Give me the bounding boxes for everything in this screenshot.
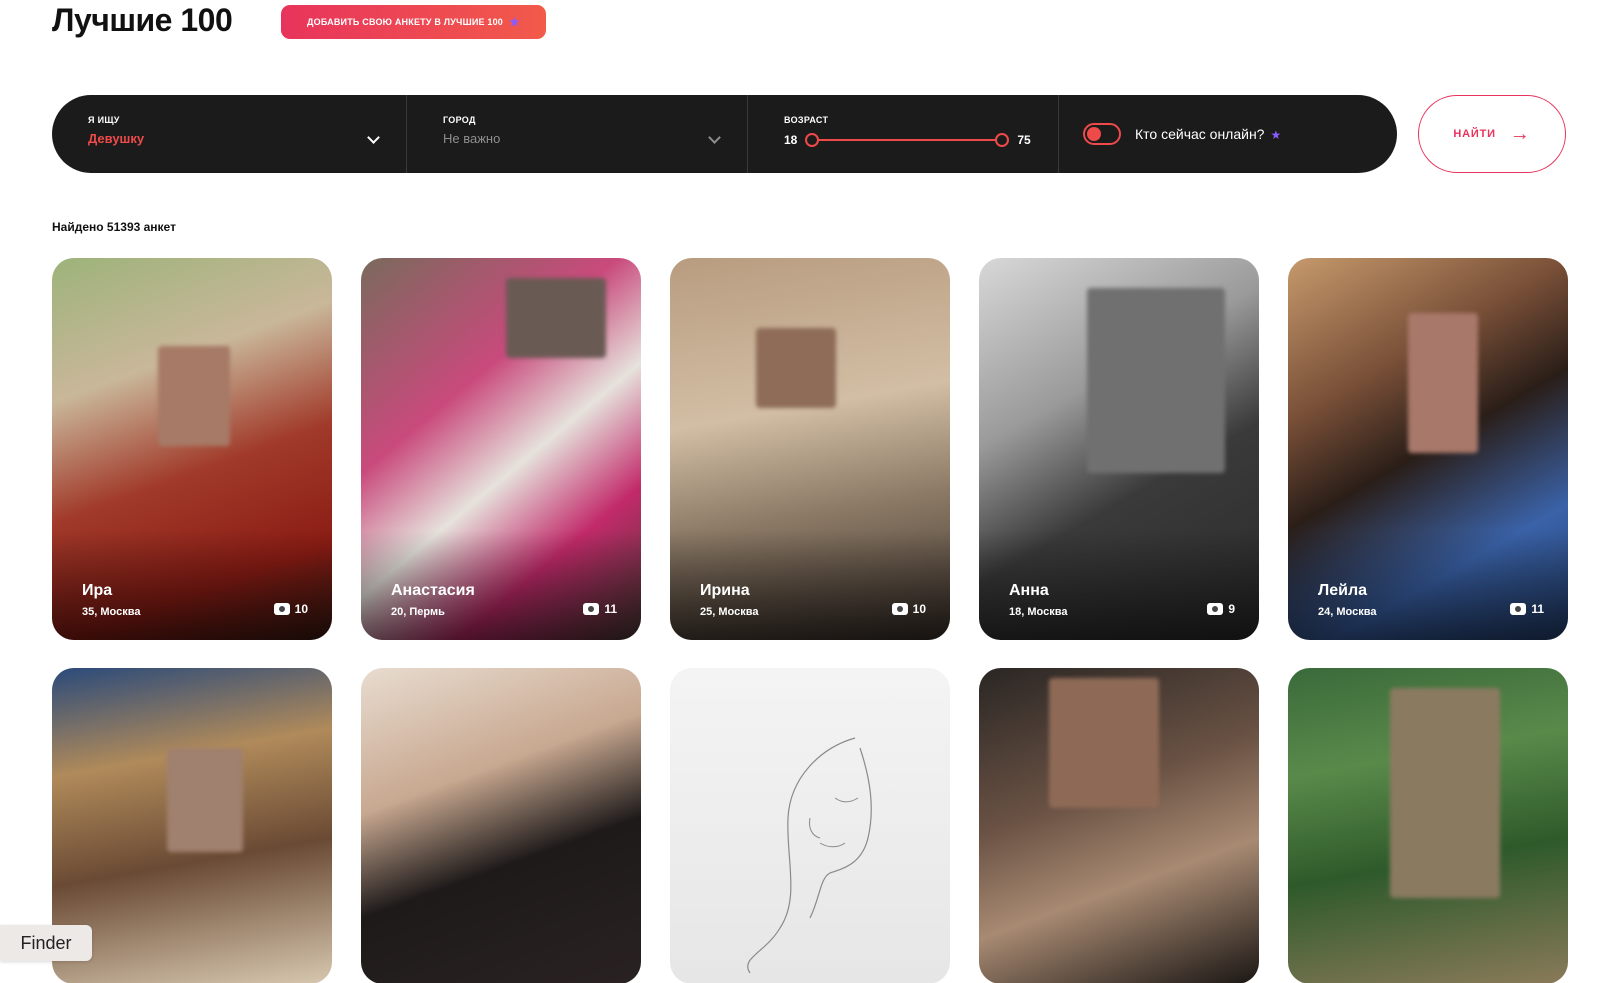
seek-label: Я ИЩУ	[88, 115, 120, 125]
star-icon: ★	[509, 15, 520, 29]
city-select[interactable]: ГОРОД Не важно	[407, 95, 748, 173]
online-filter: Кто сейчас онлайн? ★	[1059, 95, 1397, 173]
face-blur	[1408, 313, 1478, 453]
photo-count-value: 9	[1228, 602, 1235, 616]
promo-button-label: ДОБАВИТЬ СВОЮ АНКЕТУ В ЛУЧШИЕ 100	[307, 17, 504, 27]
star-icon: ★	[1270, 128, 1282, 142]
photo-count: 9	[1207, 602, 1235, 616]
photo-count-value: 10	[294, 602, 308, 616]
photo-count: 10	[891, 602, 926, 616]
seek-gender-select[interactable]: Я ИЩУ Девушку	[52, 95, 407, 173]
camera-icon	[891, 603, 908, 615]
camera-icon	[1510, 603, 1527, 615]
face-blur	[1087, 288, 1225, 473]
results-count: Найдено 51393 анкет	[52, 220, 176, 234]
face-sketch-icon	[747, 737, 872, 974]
camera-icon	[273, 603, 290, 615]
camera-icon	[1207, 603, 1224, 615]
profile-card[interactable]: Ирина 25, Москва 10	[670, 258, 950, 640]
profile-meta: 24, Москва	[1318, 606, 1377, 618]
online-toggle[interactable]	[1083, 123, 1121, 145]
face-blur	[756, 328, 836, 408]
age-range-slider[interactable]	[805, 133, 1010, 147]
profile-card[interactable]	[979, 668, 1259, 983]
arrow-right-icon: →	[1509, 123, 1531, 145]
profile-card[interactable]: Ира 35, Москва 10	[52, 258, 332, 640]
face-blur	[506, 278, 606, 358]
photo-count: 11	[583, 602, 617, 616]
face-blur	[1049, 678, 1159, 808]
profile-meta: 20, Пермь	[391, 606, 445, 618]
camera-icon	[583, 603, 600, 615]
profile-card[interactable]: Лейла 24, Москва 11	[1288, 258, 1568, 640]
photo-count-value: 11	[1531, 602, 1544, 616]
photo-count-value: 10	[912, 602, 926, 616]
profile-name: Лейла	[1318, 582, 1368, 599]
profile-card[interactable]	[1288, 668, 1568, 983]
face-blur	[158, 346, 230, 446]
page-title: Лучшие 100	[52, 2, 233, 38]
profile-photo	[361, 668, 641, 983]
profile-card-placeholder[interactable]	[670, 668, 950, 983]
profile-name: Анастасия	[391, 582, 475, 599]
profile-meta: 35, Москва	[82, 606, 141, 618]
online-label: Кто сейчас онлайн?	[1135, 126, 1265, 142]
face-blur	[167, 748, 243, 852]
profile-meta: 25, Москва	[700, 606, 759, 618]
photo-count-value: 11	[604, 602, 617, 616]
photo-count: 10	[273, 602, 308, 616]
age-max-value: 75	[1017, 133, 1031, 147]
age-range-filter: ВОЗРАСТ 18 75	[748, 95, 1059, 173]
find-button[interactable]: НАЙТИ →	[1418, 95, 1566, 173]
age-label: ВОЗРАСТ	[784, 115, 829, 125]
profile-meta: 18, Москва	[1009, 606, 1068, 618]
age-max-handle[interactable]	[995, 133, 1010, 147]
profile-grid: Ира 35, Москва 10 Анастасия 20, Пермь 11…	[52, 258, 1568, 983]
add-to-top100-button[interactable]: ДОБАВИТЬ СВОЮ АНКЕТУ В ЛУЧШИЕ 100 ★	[281, 5, 546, 39]
age-min-handle[interactable]	[805, 133, 820, 147]
profile-card[interactable]: Анна 18, Москва 9	[979, 258, 1259, 640]
city-value: Не важно	[443, 131, 501, 146]
profile-card[interactable]: Анастасия 20, Пермь 11	[361, 258, 641, 640]
find-button-label: НАЙТИ	[1453, 128, 1496, 140]
profile-card[interactable]	[52, 668, 332, 983]
toggle-knob	[1087, 127, 1101, 141]
face-blur	[1390, 688, 1500, 898]
photo-count: 11	[1510, 602, 1544, 616]
city-label: ГОРОД	[443, 115, 476, 125]
profile-name: Ира	[82, 582, 113, 599]
finder-tooltip: Finder	[0, 925, 92, 961]
profile-card[interactable]	[361, 668, 641, 983]
seek-value: Девушку	[88, 131, 145, 146]
search-filter-bar: Я ИЩУ Девушку ГОРОД Не важно ВОЗРАСТ 18 …	[52, 95, 1397, 173]
age-min-value: 18	[784, 133, 798, 147]
profile-name: Ирина	[700, 582, 750, 599]
profile-name: Анна	[1009, 582, 1049, 599]
slider-track	[807, 139, 1008, 141]
